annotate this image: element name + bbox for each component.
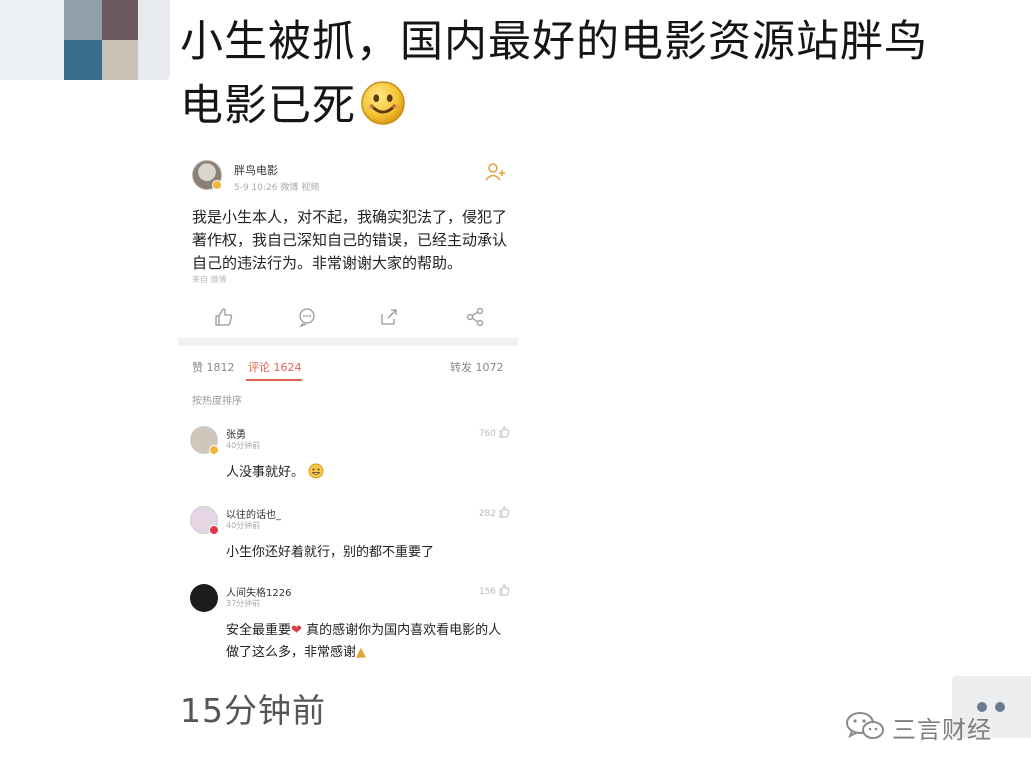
wechat-icon — [846, 712, 884, 739]
commenter-name: 张勇 — [226, 430, 246, 441]
thumbs-up-icon — [499, 506, 510, 518]
user-avatar[interactable] — [0, 0, 170, 80]
action-bar — [178, 300, 524, 334]
comment-item: 张勇 40分钟前 760 人没事就好。 — [190, 426, 510, 486]
follow-user-icon — [485, 163, 505, 181]
vip-badge-icon — [209, 525, 219, 535]
comment-text-content: 人没事就好。 — [226, 465, 305, 480]
tab-comments: 评论 1624 — [248, 361, 302, 374]
post-line-2: 电影已死 — [180, 74, 1030, 138]
watermark-text: 三言财经 — [892, 716, 992, 744]
tab-likes: 赞 1812 — [192, 361, 235, 374]
post-line-1: 小生被抓，国内最好的电影资源站胖鸟 — [180, 17, 928, 67]
comment-icon — [299, 308, 315, 328]
account-meta: 5-9 10:26 微博 视频 — [234, 183, 320, 193]
comment-like-count: 156 — [479, 584, 510, 597]
praying-hands-icon: ▲ — [356, 645, 367, 660]
commenter-avatar — [190, 584, 218, 612]
commenter-name: 人间失格1226 — [226, 588, 292, 599]
post-body: 我是小生本人，对不起，我确实犯法了，侵犯了著作权，我自己深知自己的错误，已经主动… — [192, 208, 508, 272]
post-source: 来自 微博 — [192, 275, 227, 284]
comment-text: 人没事就好。 — [226, 462, 508, 484]
section-divider — [178, 338, 518, 346]
member-badge-icon — [209, 445, 219, 455]
post-timestamp: 15分钟前 — [180, 691, 326, 730]
comment-text-part-1: 安全最重要 — [226, 623, 292, 638]
weibo-screenshot-image[interactable]: 胖鸟电影 5-9 10:26 微博 视频 我是小生本人，对不起，我确实犯法了，侵… — [178, 148, 524, 676]
grin-emoji-icon — [308, 463, 324, 479]
comment-time: 40分钟前 — [226, 441, 261, 450]
like-icon — [215, 308, 233, 326]
smiling-face-icon — [361, 81, 405, 125]
verified-badge-icon — [212, 180, 222, 190]
comment-item: 以往的话也_ 40分钟前 282 小生你还好着就行，别的都不重要了 — [190, 506, 510, 566]
repost-icon — [381, 309, 397, 325]
sort-label: 按热度排序 — [192, 396, 242, 407]
account-name: 胖鸟电影 — [234, 164, 278, 177]
comment-item: 人间失格1226 37分钟前 156 安全最重要❤ 真的感谢你为国内喜欢看电影的… — [190, 584, 510, 674]
tab-reposts: 转发 1072 — [450, 361, 504, 374]
screenshot-header: 胖鸟电影 5-9 10:26 微博 视频 — [192, 160, 512, 200]
interaction-tabs: 赞 1812 评论 1624 转发 1072 — [178, 353, 524, 383]
comment-text: 小生你还好着就行，别的都不重要了 — [226, 545, 435, 560]
thumbs-up-icon — [499, 584, 510, 596]
post-text: 小生被抓，国内最好的电影资源站胖鸟 电影已死 — [180, 10, 1030, 138]
commenter-name: 以往的话也_ — [226, 510, 281, 521]
like-count-text: 760 — [478, 429, 496, 439]
post-line-2-text: 电影已死 — [180, 81, 356, 131]
active-tab-indicator — [246, 379, 302, 381]
more-dots-icon — [995, 702, 1005, 712]
share-icon — [466, 307, 484, 327]
comment-time: 40分钟前 — [226, 521, 261, 530]
comment-like-count: 282 — [479, 506, 510, 519]
comment-like-count: 760 — [479, 426, 510, 439]
thumbs-up-icon — [499, 426, 510, 438]
heart-icon: ❤ — [291, 623, 302, 638]
comment-time: 37分钟前 — [226, 599, 261, 608]
like-count-text: 156 — [478, 587, 496, 597]
comment-text: 安全最重要❤ 真的感谢你为国内喜欢看电影的人做了这么多，非常感谢▲ — [226, 620, 508, 664]
like-count-text: 282 — [478, 509, 496, 519]
